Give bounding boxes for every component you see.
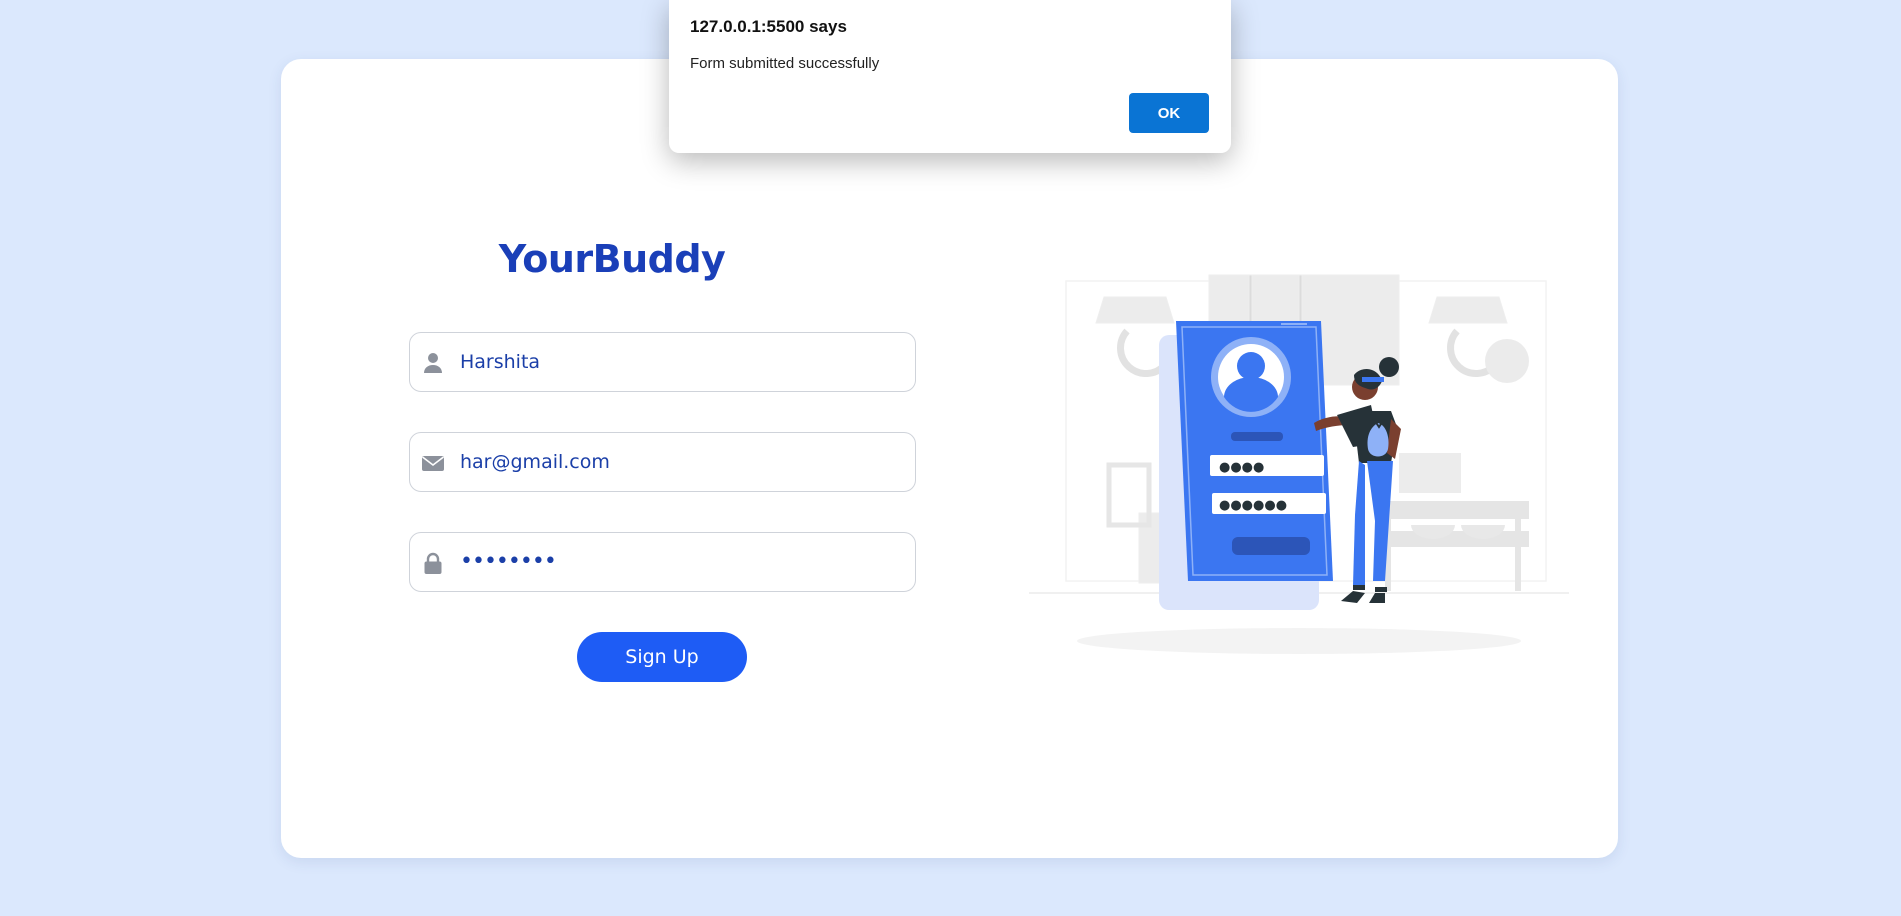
alert-title: 127.0.0.1:5500 says xyxy=(690,17,847,36)
ok-button[interactable]: OK xyxy=(1129,93,1209,133)
alert-message: Form submitted successfully xyxy=(690,55,880,72)
sign-up-button[interactable]: Sign Up xyxy=(577,632,747,682)
lock-icon xyxy=(424,552,442,574)
name-field[interactable]: Harshita xyxy=(409,332,916,392)
pin-dots-2: ●●●●●● xyxy=(1219,498,1287,513)
floor-shadow xyxy=(1077,628,1521,654)
name-value: Harshita xyxy=(460,351,541,373)
password-field[interactable]: •••••••• xyxy=(409,532,916,592)
pin-dots-1: ●●●● xyxy=(1219,460,1264,475)
phone-graphic: ●●●● ●●●●●● xyxy=(1159,321,1333,610)
envelope-icon xyxy=(422,456,444,471)
alert-dialog: 127.0.0.1:5500 says Form submitted succe… xyxy=(669,0,1231,153)
email-field[interactable]: har@gmail.com xyxy=(409,432,916,492)
login-illustration: ●●●● ●●●●●● xyxy=(1029,274,1569,654)
signup-card: YourBuddy Harshita har@gmail.com •••••••… xyxy=(281,59,1618,858)
email-value: har@gmail.com xyxy=(460,451,610,473)
brand-title: YourBuddy xyxy=(498,237,726,281)
password-value: •••••••• xyxy=(460,549,557,574)
user-icon xyxy=(424,353,442,373)
